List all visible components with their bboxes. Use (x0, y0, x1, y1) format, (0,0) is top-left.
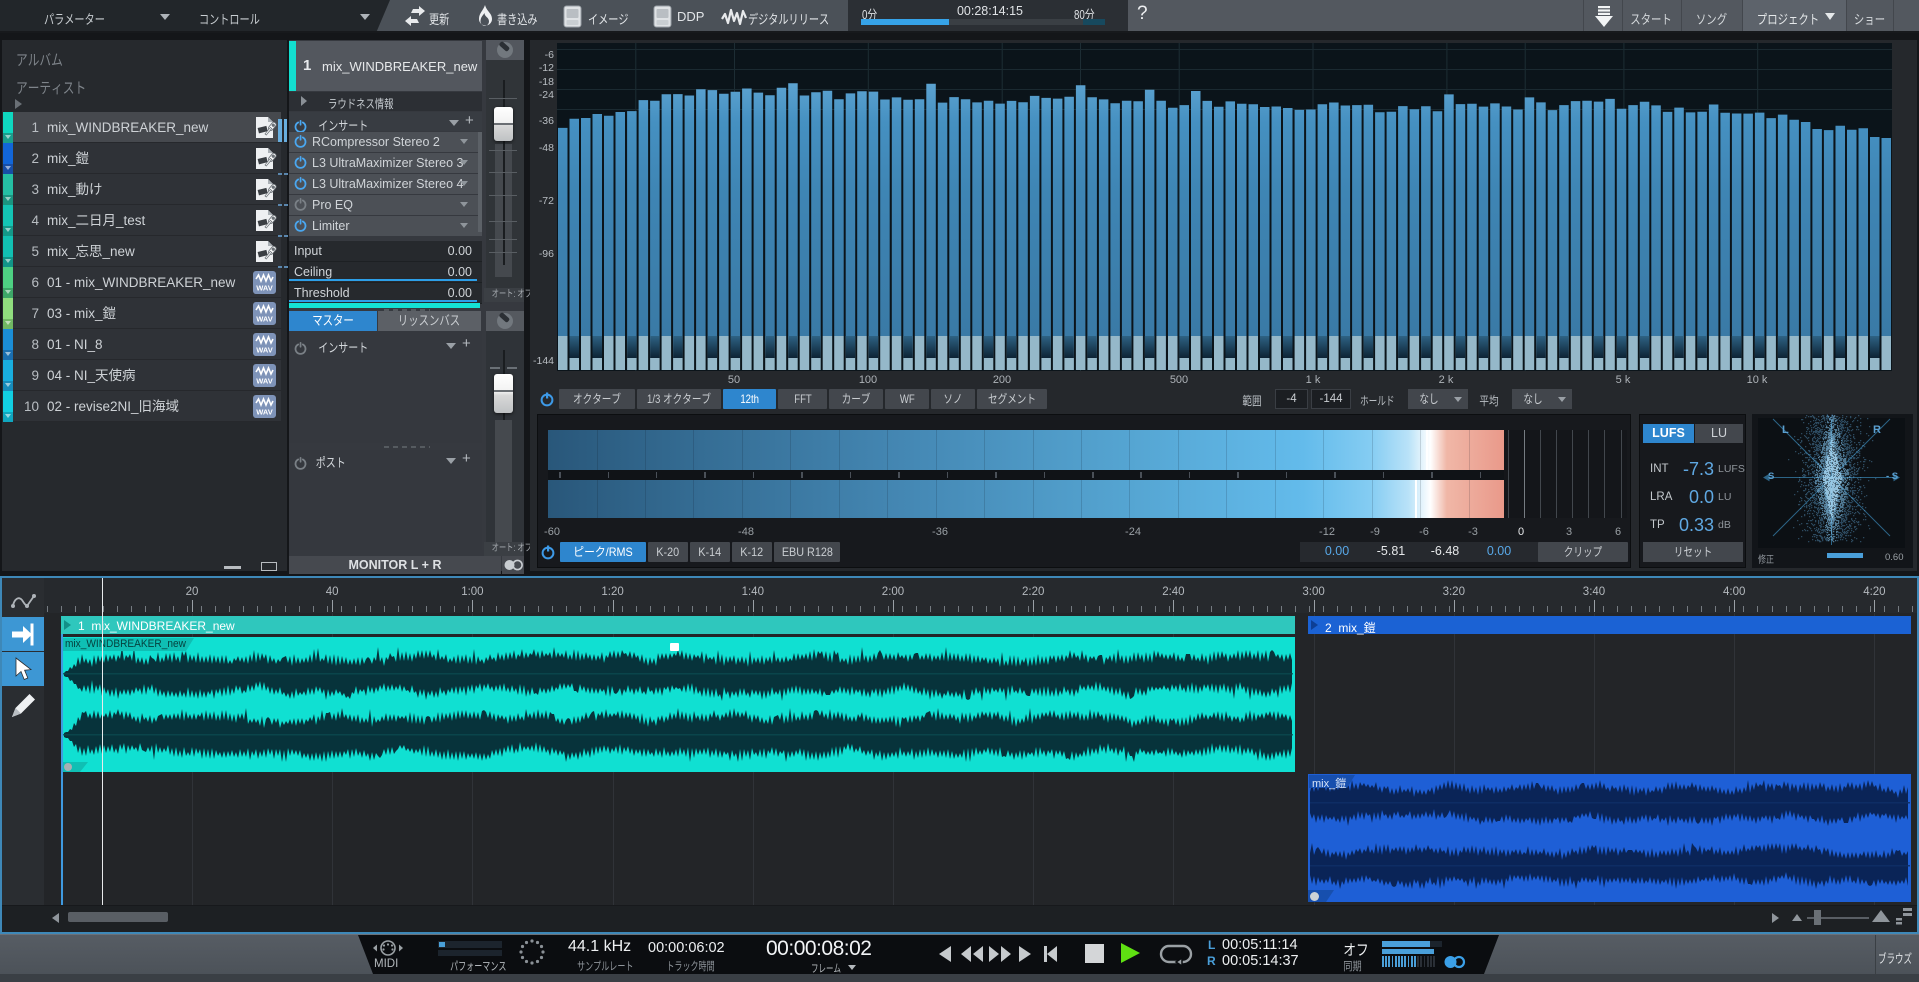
svg-text:WAV: WAV (256, 284, 273, 293)
svg-text:WAV: WAV (256, 408, 273, 417)
svg-text:WAV: WAV (256, 377, 273, 386)
svg-text:WAV: WAV (256, 315, 273, 324)
svg-text:WAV: WAV (256, 346, 273, 355)
